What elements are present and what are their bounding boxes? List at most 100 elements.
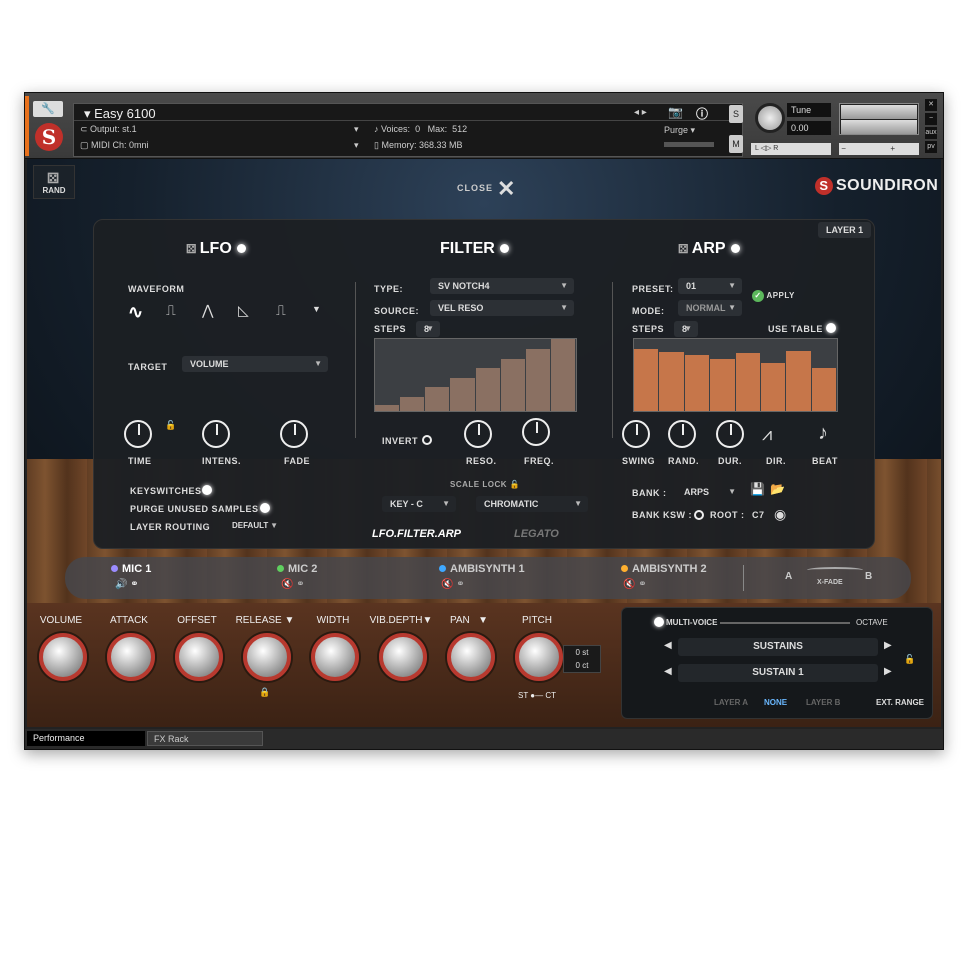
- bank-ksw-toggle[interactable]: [694, 510, 704, 520]
- arp-step-bar[interactable]: [786, 350, 811, 411]
- filter-source-dropdown[interactable]: VEL RESO: [430, 300, 574, 316]
- intensity-knob[interactable]: [202, 420, 230, 448]
- tab-fx-rack[interactable]: FX Rack: [147, 731, 263, 746]
- vib-depth-knob[interactable]: [379, 633, 427, 681]
- filter-step-bar[interactable]: [525, 349, 550, 411]
- direction-icon[interactable]: ⩘: [762, 424, 772, 445]
- rand-knob[interactable]: [668, 420, 696, 448]
- invert-toggle[interactable]: [422, 435, 432, 445]
- duration-knob[interactable]: [716, 420, 744, 448]
- square-wave-icon[interactable]: ⎍: [166, 302, 176, 319]
- filter-step-bar[interactable]: [550, 339, 575, 411]
- learn-icon[interactable]: ◉: [774, 506, 786, 523]
- pan-knob[interactable]: [447, 633, 495, 681]
- dice-icon[interactable]: ⚄: [186, 242, 200, 256]
- none-button[interactable]: NONE: [764, 698, 787, 707]
- beat-note-icon[interactable]: ♪: [818, 422, 828, 445]
- arp-step-bar[interactable]: [659, 351, 684, 411]
- dropdown-icon[interactable]: ▼: [285, 615, 295, 626]
- fade-knob[interactable]: [280, 420, 308, 448]
- prev-variant-icon[interactable]: ◀: [664, 666, 672, 677]
- layer-b-button[interactable]: LAYER B: [806, 698, 840, 707]
- layer-selector[interactable]: LAYER 1: [818, 222, 872, 238]
- pv-icon[interactable]: pv: [925, 141, 937, 153]
- filter-step-bar[interactable]: [500, 359, 525, 411]
- sine-wave-icon[interactable]: ∿: [128, 302, 143, 323]
- filter-header[interactable]: FILTER: [440, 240, 509, 258]
- swing-knob[interactable]: [622, 420, 650, 448]
- arp-enable-toggle[interactable]: [730, 244, 740, 253]
- filter-step-bar[interactable]: [450, 377, 475, 411]
- key-dropdown[interactable]: KEY - C: [382, 496, 456, 512]
- folder-icon[interactable]: 📂: [770, 482, 785, 496]
- pitch-readout[interactable]: 0 st 0 ct: [563, 645, 601, 673]
- filter-step-bar[interactable]: [375, 405, 400, 411]
- xfade-slider[interactable]: [807, 567, 863, 573]
- filter-step-sequencer[interactable]: [374, 338, 577, 412]
- arp-step-bar[interactable]: [634, 349, 659, 411]
- arp-step-bar[interactable]: [684, 354, 710, 411]
- wrench-icon[interactable]: 🔧: [33, 101, 63, 117]
- filter-steps-value[interactable]: 8: [416, 321, 440, 337]
- arp-step-bar[interactable]: [760, 363, 786, 411]
- dropdown-icon[interactable]: ▼: [422, 615, 432, 626]
- speaker-link-icon[interactable]: 🔊 ⚭: [115, 579, 139, 590]
- lfo-header[interactable]: ⚄ LFO: [186, 240, 246, 258]
- ext-range-button[interactable]: EXT. RANGE: [876, 698, 924, 707]
- tab-lfo-filter-arp[interactable]: LFO.FILTER.ARP: [372, 528, 461, 540]
- next-articulation-icon[interactable]: ▶: [884, 640, 892, 651]
- rand-button[interactable]: ⚄ RAND: [33, 165, 75, 199]
- apply-button[interactable]: ✓ APPLY: [752, 290, 795, 302]
- tab-performance[interactable]: Performance: [27, 731, 145, 746]
- filter-step-bar[interactable]: [425, 387, 450, 411]
- lfo-enable-toggle[interactable]: [236, 244, 246, 253]
- reso-knob[interactable]: [464, 420, 492, 448]
- prev-articulation-icon[interactable]: ◀: [664, 640, 672, 651]
- arp-step-bar[interactable]: [811, 367, 836, 411]
- pitch-knob[interactable]: [515, 633, 563, 681]
- layer-a-button[interactable]: LAYER A: [714, 698, 748, 707]
- lock-icon[interactable]: 🔒: [231, 687, 299, 698]
- target-dropdown[interactable]: VOLUME: [182, 356, 328, 372]
- pan-label[interactable]: PAN ▼: [435, 615, 503, 626]
- random-wave-icon[interactable]: ⎍: [276, 302, 286, 319]
- purge-unused-toggle[interactable]: [260, 503, 270, 513]
- filter-type-dropdown[interactable]: SV NOTCH4: [430, 278, 574, 294]
- lock-icon[interactable]: 🔓: [510, 480, 520, 489]
- use-table-toggle[interactable]: [826, 323, 836, 333]
- midi-dropdown-icon[interactable]: ▾: [354, 140, 359, 151]
- mic-1[interactable]: MIC 1: [111, 563, 151, 575]
- output-field[interactable]: ⊂ Output: st.1: [80, 124, 137, 135]
- camera-icon[interactable]: 📷: [668, 105, 683, 119]
- arp-steps-value[interactable]: 8: [674, 321, 698, 337]
- freq-knob[interactable]: [522, 418, 550, 446]
- triangle-wave-icon[interactable]: ⋀: [202, 302, 213, 319]
- filter-enable-toggle[interactable]: [499, 244, 509, 253]
- attack-knob[interactable]: [107, 633, 155, 681]
- lock-icon[interactable]: 🔓: [904, 654, 915, 665]
- vib-depth-label[interactable]: VIB.DEPTH▼: [367, 615, 435, 626]
- release-knob[interactable]: [243, 633, 291, 681]
- tune-value[interactable]: 0.00: [787, 121, 831, 135]
- mute-link-icon[interactable]: 🔇 ⚭: [441, 579, 465, 590]
- waveform-more-icon[interactable]: ▼: [312, 304, 321, 314]
- solo-button[interactable]: S: [729, 105, 743, 123]
- multi-voice-toggle[interactable]: [654, 617, 664, 627]
- st-ct-switch[interactable]: ST ●— CT: [497, 691, 577, 700]
- save-icon[interactable]: 💾: [750, 482, 765, 496]
- volume-knob[interactable]: [39, 633, 87, 681]
- keyswitches-toggle[interactable]: [202, 485, 212, 495]
- purge-menu[interactable]: Purge ▾: [664, 125, 695, 136]
- next-variant-icon[interactable]: ▶: [884, 666, 892, 677]
- scale-dropdown[interactable]: CHROMATIC: [476, 496, 588, 512]
- mode-dropdown[interactable]: NORMAL: [678, 300, 742, 316]
- mute-link-icon[interactable]: 🔇 ⚭: [623, 579, 647, 590]
- tab-legato[interactable]: LEGATO: [514, 528, 559, 540]
- dropdown-icon[interactable]: ▼: [478, 615, 488, 626]
- close-button[interactable]: CLOSE ✕: [457, 171, 516, 201]
- mic-2[interactable]: MIC 2: [277, 563, 317, 575]
- filter-step-bar[interactable]: [475, 367, 500, 411]
- tune-knob[interactable]: [755, 103, 785, 133]
- nav-arrows-icon[interactable]: ◂ ▸: [634, 107, 647, 118]
- arp-step-bar[interactable]: [710, 359, 735, 411]
